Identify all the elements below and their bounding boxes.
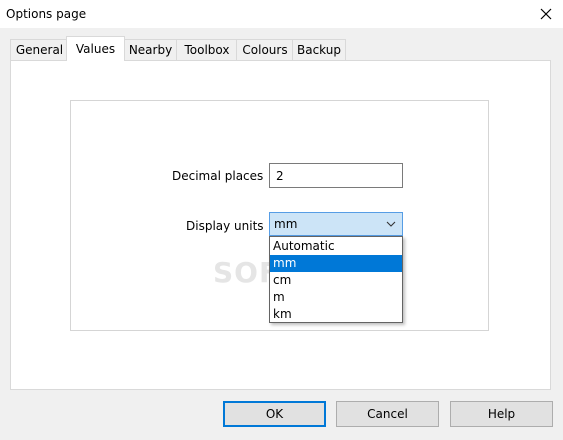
help-button[interactable]: Help bbox=[450, 401, 553, 427]
tab-general[interactable]: General bbox=[10, 39, 69, 60]
display-units-select[interactable]: mm bbox=[269, 212, 403, 236]
tab-toolbox[interactable]: Toolbox bbox=[176, 39, 238, 60]
window-title: Options page bbox=[6, 7, 87, 21]
tab-nearby[interactable]: Nearby bbox=[123, 39, 178, 60]
ok-button[interactable]: OK bbox=[223, 401, 326, 427]
unit-option-m[interactable]: m bbox=[270, 289, 402, 306]
unit-option-cm[interactable]: cm bbox=[270, 272, 402, 289]
tab-backup[interactable]: Backup bbox=[292, 39, 346, 60]
cancel-button[interactable]: Cancel bbox=[336, 401, 439, 427]
decimal-places-label: Decimal places bbox=[172, 169, 264, 183]
close-button[interactable] bbox=[529, 0, 563, 28]
tab-colours[interactable]: Colours bbox=[236, 39, 294, 60]
tab-values[interactable]: Values bbox=[66, 36, 125, 61]
unit-option-automatic[interactable]: Automatic bbox=[270, 238, 402, 255]
chevron-down-icon bbox=[386, 221, 396, 227]
display-units-dropdown-list: Automatic mm cm m km bbox=[269, 236, 403, 323]
unit-option-km[interactable]: km bbox=[270, 306, 402, 323]
decimal-places-input[interactable]: 2 bbox=[269, 163, 403, 188]
close-icon bbox=[540, 8, 552, 20]
title-bar: Options page bbox=[0, 0, 563, 28]
display-units-label: Display units bbox=[186, 219, 264, 233]
display-units-value: mm bbox=[274, 217, 298, 231]
unit-option-mm[interactable]: mm bbox=[270, 255, 402, 272]
